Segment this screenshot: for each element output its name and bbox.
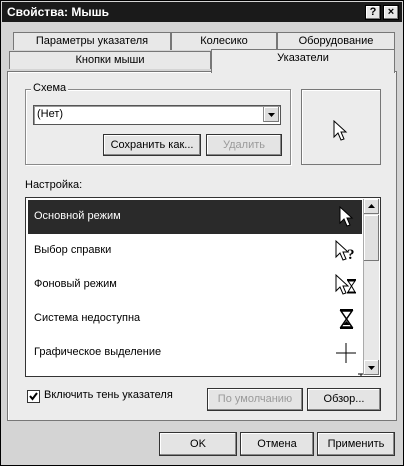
save-as-button[interactable]: Сохранить как... — [103, 134, 201, 156]
list-item-label: Графическое выделение — [34, 346, 162, 358]
arrow-cursor-icon — [339, 205, 354, 227]
ok-button[interactable]: OK — [159, 432, 237, 456]
hourglass-icon — [339, 309, 354, 329]
scroll-thumb[interactable] — [364, 215, 379, 261]
scheme-group-label: Схема — [31, 82, 69, 94]
mouse-properties-window: Свойства: Мышь ? × Параметры указателя К… — [0, 0, 404, 466]
chevron-up-icon — [368, 204, 375, 208]
list-item-label: Фоновый режим — [34, 278, 117, 290]
cancel-button[interactable]: Отмена — [240, 432, 314, 456]
arrow-cursor-icon — [333, 120, 348, 141]
scheme-select-value: (Нет) — [37, 108, 64, 120]
list-item-label: Основной режим — [34, 210, 121, 222]
list-item-label: Выбор справки — [34, 244, 112, 256]
tab-wheel[interactable]: Колесико — [171, 32, 277, 50]
crosshair-icon — [336, 343, 356, 363]
list-item[interactable]: Выбор справки ? — [28, 234, 362, 268]
help-cursor-icon: ? — [335, 239, 355, 263]
checkmark-icon — [29, 392, 38, 401]
apply-button[interactable]: Применить — [317, 432, 395, 456]
close-button[interactable]: × — [383, 5, 399, 20]
tab-pointers[interactable]: Указатели — [211, 49, 395, 73]
cursor-list[interactable]: Основной режим Выбор справки ? Фоновый р… — [25, 197, 381, 377]
shadow-checkbox[interactable] — [27, 390, 40, 403]
browse-button[interactable]: Обзор... — [307, 388, 381, 411]
svg-text:?: ? — [347, 247, 355, 263]
tab-pointer-options[interactable]: Параметры указателя — [13, 32, 171, 50]
list-item[interactable]: Основной режим — [28, 200, 362, 234]
list-item[interactable]: Система недоступна — [28, 302, 362, 336]
scheme-select[interactable]: (Нет) — [33, 105, 281, 125]
delete-button[interactable]: Удалить — [206, 134, 282, 156]
list-item-label: Система недоступна — [34, 312, 141, 324]
busy-background-cursor-icon — [335, 273, 356, 295]
customize-label: Настройка: — [25, 179, 83, 191]
scroll-down-button[interactable] — [364, 360, 379, 375]
list-scrollbar[interactable] — [363, 199, 379, 375]
shadow-checkbox-label: Включить тень указателя — [44, 389, 173, 401]
chevron-down-icon[interactable] — [263, 107, 279, 122]
default-button[interactable]: По умолчанию — [207, 388, 303, 411]
window-title: Свойства: Мышь — [7, 5, 109, 19]
cursor-preview — [301, 89, 381, 165]
list-item[interactable]: Фоновый режим — [28, 268, 362, 302]
list-item[interactable]: Графическое выделение — [28, 336, 362, 370]
help-button[interactable]: ? — [365, 5, 381, 20]
chevron-down-icon — [368, 366, 375, 370]
scroll-up-button[interactable] — [364, 199, 379, 214]
tab-buttons[interactable]: Кнопки мыши — [9, 51, 211, 69]
tab-hardware[interactable]: Оборудование — [277, 32, 395, 50]
title-bar[interactable]: Свойства: Мышь ? × — [2, 2, 402, 22]
